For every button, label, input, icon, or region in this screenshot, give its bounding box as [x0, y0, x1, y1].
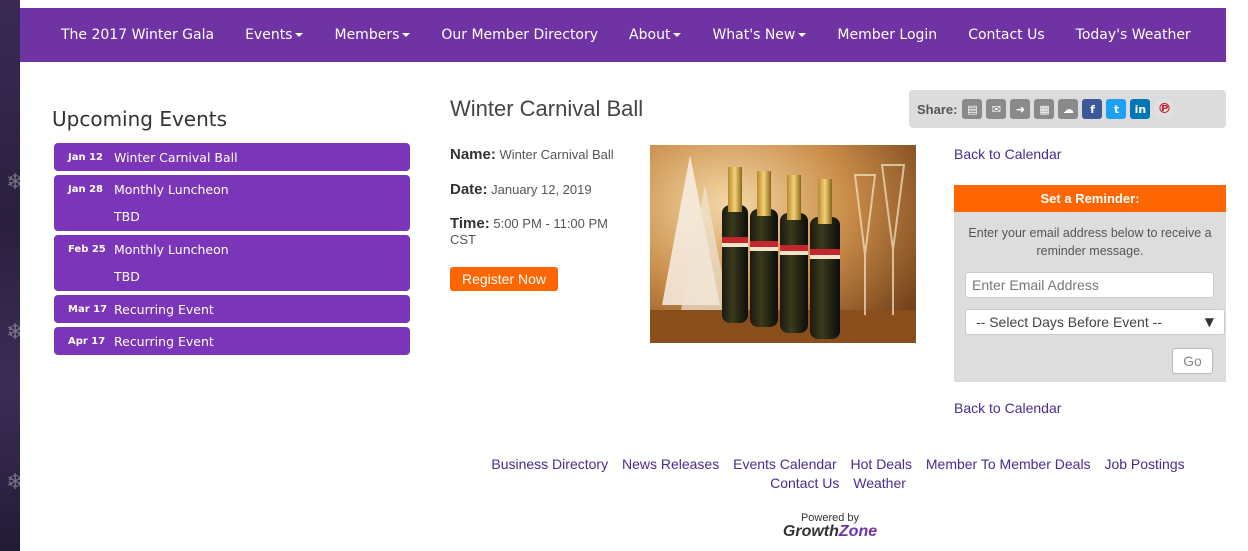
caret-down-icon [798, 33, 807, 37]
go-button[interactable]: Go [1172, 348, 1213, 374]
linkedin-icon[interactable]: in [1130, 99, 1151, 119]
nav-item-todays-weather[interactable]: Today's Weather [1076, 27, 1191, 43]
powered-by-logo[interactable]: Powered by GrowthZone [760, 512, 900, 540]
days-before-select[interactable]: -- Select Days Before Event -- ▼ [965, 309, 1225, 335]
event-date: Feb 25 [68, 243, 106, 255]
nav-item-member-directory[interactable]: Our Member Directory [441, 27, 598, 43]
nav-item-whats-new[interactable]: What's New [712, 27, 807, 43]
event-location: TBD [114, 269, 140, 284]
brand-part-zone: Zone [838, 523, 878, 540]
nav-item-label: About [629, 27, 671, 43]
footer-link-job-postings[interactable]: Job Postings [1104, 456, 1184, 472]
brand-part-growth: Growth [782, 523, 839, 540]
calendar-icon[interactable]: ▦ [1034, 99, 1055, 119]
event-date: Jan 28 [68, 183, 103, 195]
event-name[interactable]: Monthly Luncheon [114, 242, 229, 257]
event-name-detail: Name: Winter Carnival Ball [450, 146, 614, 163]
select-value: -- Select Days Before Event -- [976, 314, 1162, 330]
date-value: January 12, 2019 [491, 182, 592, 197]
list-item[interactable]: Jan 12 Winter Carnival Ball [54, 143, 410, 171]
nav-item-label: The 2017 Winter Gala [61, 27, 215, 43]
nav-item-label: Today's Weather [1075, 27, 1191, 43]
facebook-icon[interactable]: f [1082, 99, 1103, 119]
date-label: Date: [450, 181, 488, 198]
event-date: Jan 12 [68, 151, 103, 163]
upcoming-events-title: Upcoming Events [52, 107, 228, 131]
event-location: TBD [114, 209, 140, 224]
dropdown-arrow-icon: ▼ [1204, 315, 1214, 329]
share-icon[interactable]: ➜ [1010, 99, 1031, 119]
event-date: Apr 17 [68, 335, 106, 347]
footer-link-member-deals[interactable]: Member To Member Deals [926, 456, 1091, 472]
event-name[interactable]: Winter Carnival Ball [114, 150, 238, 165]
growthzone-logo: GrowthZone [760, 524, 900, 540]
nav-item-label: Our Member Directory [441, 27, 599, 43]
nav-item-label: Contact Us [968, 27, 1045, 43]
caret-down-icon [673, 33, 682, 37]
caret-down-icon [295, 33, 304, 37]
event-date: Mar 17 [68, 303, 108, 315]
nav-item-label: Events [245, 27, 293, 43]
time-value: 5:00 PM - 11:00 PM [493, 216, 609, 231]
page-title: Winter Carnival Ball [450, 96, 644, 121]
event-name[interactable]: Recurring Event [114, 334, 214, 349]
share-bar: Share: ▤ ✉ ➜ ▦ ☁ f t in ℗ [909, 90, 1226, 128]
nav-item-events[interactable]: Events [245, 27, 304, 43]
page-gutter [20, 0, 34, 551]
top-navigation: The 2017 Winter Gala Events Members Our … [20, 8, 1226, 62]
event-date-detail: Date: January 12, 2019 [450, 181, 592, 198]
event-photo [650, 145, 916, 343]
nav-item-contact-us[interactable]: Contact Us [968, 27, 1044, 43]
champagne-bottles-image [650, 145, 916, 343]
back-to-calendar-link[interactable]: Back to Calendar [954, 400, 1061, 416]
list-item[interactable]: Mar 17 Recurring Event [54, 295, 410, 323]
email-field[interactable] [965, 272, 1214, 298]
list-item[interactable]: Feb 25 Monthly Luncheon TBD [54, 235, 410, 291]
nav-item-label: What's New [712, 27, 796, 43]
upcoming-events-list: Jan 12 Winter Carnival Ball Jan 28 Monthly… [54, 143, 410, 359]
footer-links: Business Directory News Releases Events … [450, 455, 1226, 493]
list-item[interactable]: Jan 28 Monthly Luncheon TBD [54, 175, 410, 231]
footer-link-hot-deals[interactable]: Hot Deals [851, 456, 912, 472]
nav-item-about[interactable]: About [629, 27, 682, 43]
nav-item-label: Member Login [837, 27, 938, 43]
share-label: Share: [917, 101, 958, 117]
twitter-icon[interactable]: t [1106, 99, 1127, 119]
print-icon[interactable]: ▤ [962, 99, 983, 119]
pinterest-icon[interactable]: ℗ [1154, 99, 1175, 119]
back-to-calendar-link[interactable]: Back to Calendar [954, 146, 1061, 162]
footer-link-contact-us[interactable]: Contact Us [770, 475, 839, 491]
footer-link-events-calendar[interactable]: Events Calendar [733, 456, 837, 472]
email-icon[interactable]: ✉ [986, 99, 1007, 119]
footer-link-news-releases[interactable]: News Releases [622, 456, 719, 472]
reminder-title: Set a Reminder: [954, 185, 1226, 212]
name-value: Winter Carnival Ball [499, 147, 614, 162]
event-name[interactable]: Monthly Luncheon [114, 182, 229, 197]
footer-link-weather[interactable]: Weather [853, 475, 906, 491]
time-label: Time: [450, 215, 490, 232]
nav-item-label: Members [334, 27, 400, 43]
caret-down-icon [402, 33, 411, 37]
list-item[interactable]: Apr 17 Recurring Event [54, 327, 410, 355]
reminder-text: Enter your email address below to receiv… [968, 226, 1212, 258]
cloud-icon[interactable]: ☁ [1058, 99, 1079, 119]
reminder-panel: Set a Reminder: Enter your email address… [954, 185, 1226, 382]
time-zone: CST [450, 232, 476, 247]
name-label: Name: [450, 146, 496, 163]
event-name[interactable]: Recurring Event [114, 302, 214, 317]
nav-item-member-login[interactable]: Member Login [837, 27, 937, 43]
event-time-detail: Time: 5:00 PM - 11:00 PM CST [450, 216, 640, 248]
nav-item-winter-gala[interactable]: The 2017 Winter Gala [61, 27, 214, 43]
nav-item-members[interactable]: Members [334, 27, 411, 43]
footer-link-business-directory[interactable]: Business Directory [491, 456, 608, 472]
register-now-button[interactable]: Register Now [450, 267, 558, 291]
